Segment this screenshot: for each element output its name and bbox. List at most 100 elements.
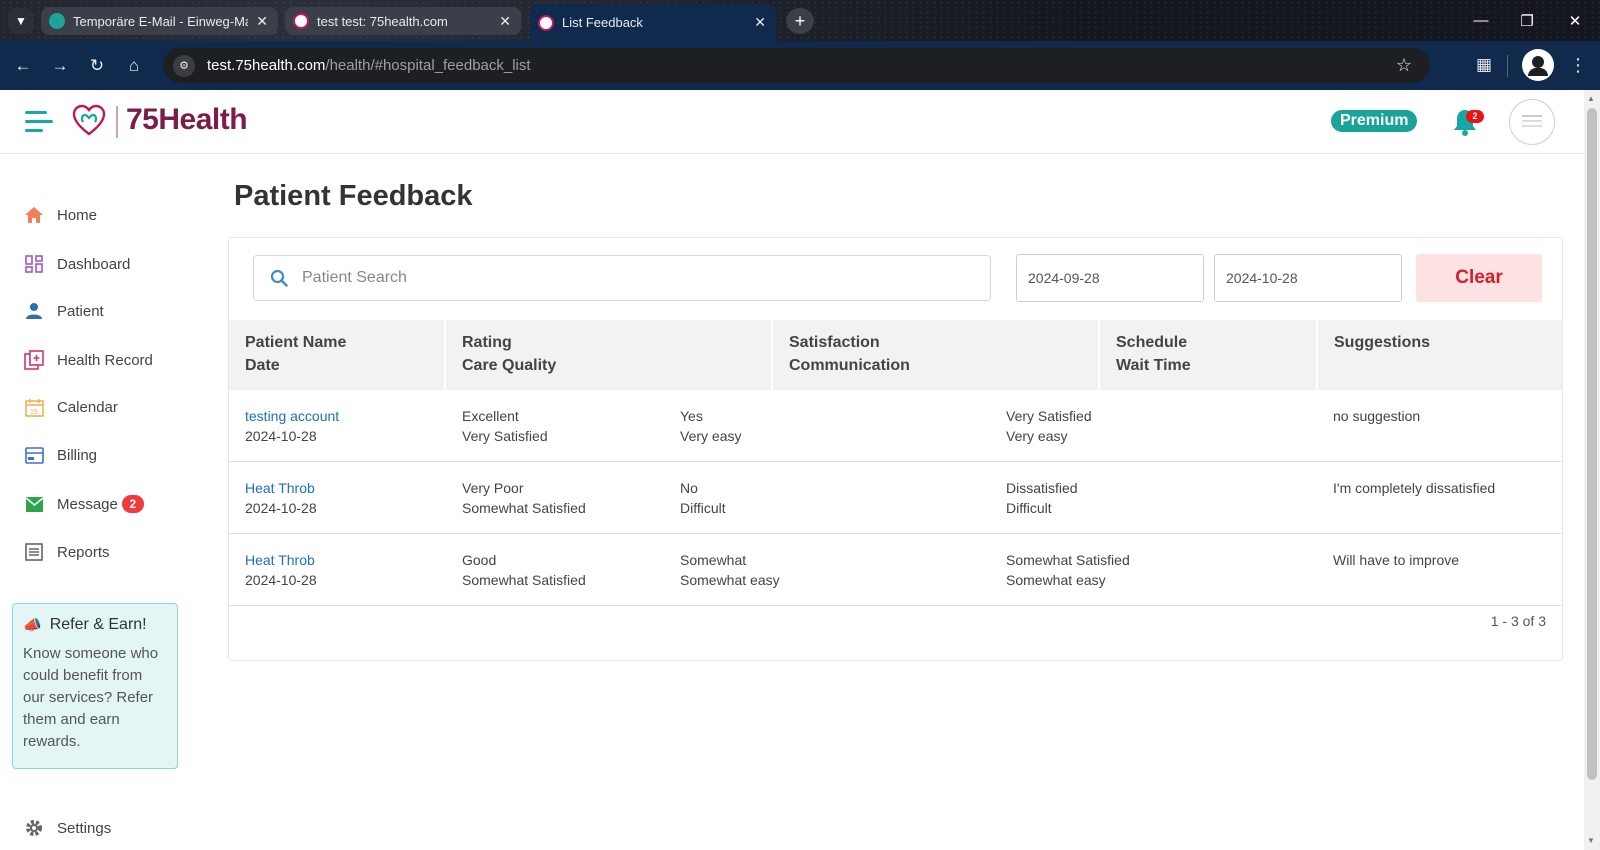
tab-search-button[interactable]: ▼ (8, 8, 34, 34)
schedule-value: Dissatisfied (1006, 480, 1078, 496)
user-avatar[interactable] (1509, 99, 1555, 145)
schedule-value: Somewhat Satisfied (1006, 552, 1130, 568)
care-quality-value: Very Satisfied (462, 428, 548, 444)
schedule-value: Very Satisfied (1006, 408, 1092, 424)
address-bar[interactable]: ⚙ test.75health.com/health/#hospital_fee… (163, 48, 1430, 83)
sidebar-item-patient[interactable]: Patient (24, 297, 104, 325)
table-row: testing account 2024-10-28 Excellent Very … (229, 390, 1562, 462)
dashboard-icon (24, 254, 44, 274)
browser-tab-temp-mail[interactable]: Temporäre E-Mail - Einweg-Mail ✕ (41, 7, 278, 35)
sidebar-item-label: Message (57, 495, 118, 513)
wait-time-value: Somewhat easy (1006, 572, 1106, 588)
wait-time-value: Very easy (1006, 428, 1068, 444)
sidebar-item-label: Calendar (57, 398, 118, 416)
rating-value: Very Poor (462, 480, 524, 496)
column-header-schedule[interactable]: Schedule Wait Time (1100, 320, 1318, 390)
satisfaction-value: Somewhat (680, 552, 747, 568)
sidebar-item-label: Billing (57, 446, 98, 464)
care-quality-value: Somewhat Satisfied (462, 572, 586, 588)
close-tab-icon[interactable]: ✕ (256, 13, 268, 30)
extensions-puzzle-icon[interactable]: ▦ (1471, 52, 1497, 78)
patient-name-link[interactable]: Heat Throb (245, 478, 317, 498)
close-tab-icon[interactable]: ✕ (754, 14, 766, 31)
scrollbar-thumb[interactable] (1587, 108, 1597, 780)
table-header: Patient Name Date Rating Care Quality Sati… (229, 320, 1562, 390)
minimize-window-icon[interactable]: — (1458, 0, 1504, 41)
patient-name-link[interactable]: Heat Throb (245, 550, 317, 570)
home-browser-icon[interactable]: ⌂ (121, 53, 147, 79)
clear-button[interactable]: Clear (1416, 254, 1542, 302)
health-record-icon (24, 350, 44, 370)
page-title: Patient Feedback (234, 180, 473, 212)
patient-search-box[interactable] (253, 255, 991, 301)
sidebar-item-label: Settings (57, 819, 112, 837)
new-tab-button[interactable]: + (786, 8, 814, 34)
sidebar-item-health-record[interactable]: Health Record (24, 346, 153, 374)
75health-favicon-icon (538, 14, 554, 31)
tab-title: List Feedback (562, 15, 643, 30)
sidebar-item-home[interactable]: Home (24, 201, 97, 229)
column-header-satisfaction[interactable]: Satisfaction Communication (773, 320, 1100, 390)
column-header-suggestions[interactable]: Suggestions (1318, 320, 1562, 390)
toolbar-divider (1507, 55, 1508, 77)
back-arrow-icon[interactable]: ← (10, 53, 36, 79)
feedback-date: 2024-10-28 (245, 428, 317, 444)
message-count-badge: 2 (121, 495, 144, 513)
suggestion-value: no suggestion (1333, 408, 1421, 424)
sidebar-item-billing[interactable]: Billing (24, 441, 97, 469)
site-settings-icon[interactable]: ⚙ (173, 54, 195, 77)
tab-title: test test: 75health.com (317, 13, 448, 29)
feedback-date: 2024-10-28 (245, 500, 317, 516)
refer-title: Refer & Earn! (49, 616, 147, 633)
temp-mail-favicon-icon (49, 13, 65, 29)
logo-text[interactable]: 75Health (126, 103, 248, 137)
reports-icon (24, 542, 44, 562)
refer-and-earn-card[interactable]: 📣 Refer & Earn! Know someone who could b… (12, 603, 178, 769)
satisfaction-value: No (680, 480, 698, 496)
bookmark-star-icon[interactable]: ☆ (1396, 55, 1412, 76)
sidebar-item-label: Health Record (57, 351, 153, 369)
browser-toolbar: ← → ↻ ⌂ ⚙ test.75health.com/health/#hosp… (0, 41, 1600, 90)
close-tab-icon[interactable]: ✕ (499, 13, 511, 30)
care-quality-value: Somewhat Satisfied (462, 500, 586, 516)
sidebar-item-dashboard[interactable]: Dashboard (24, 250, 130, 278)
table-row: Heat Throb 2024-10-28 Very Poor Somewhat S… (229, 462, 1562, 534)
megaphone-icon: 📣 (23, 617, 42, 634)
patient-name-link[interactable]: testing account (245, 406, 339, 426)
url-host: test.75health.com (207, 57, 326, 74)
tab-title: Temporäre E-Mail - Einweg-Mail (73, 13, 249, 29)
suggestion-value: Will have to improve (1333, 552, 1460, 568)
communication-value: Difficult (680, 500, 726, 516)
hamburger-menu-icon[interactable] (25, 111, 53, 133)
reload-icon[interactable]: ↻ (84, 53, 110, 79)
billing-icon (24, 445, 44, 465)
column-header-rating[interactable]: Rating Care Quality (446, 320, 773, 390)
browser-tab-list-feedback[interactable]: List Feedback ✕ (530, 4, 776, 41)
patient-search-input[interactable] (302, 269, 952, 287)
sidebar-item-calendar[interactable]: 15 Calendar (24, 393, 118, 421)
gear-icon (24, 818, 44, 838)
patient-icon (24, 301, 44, 321)
start-date-input[interactable] (1016, 254, 1204, 302)
wait-time-value: Difficult (1006, 500, 1052, 516)
restore-window-icon[interactable]: ❐ (1504, 0, 1550, 41)
sidebar-item-settings[interactable]: Settings (24, 814, 111, 842)
end-date-input[interactable] (1214, 254, 1402, 302)
refer-body: Know someone who could benefit from our … (23, 645, 159, 750)
browser-profile-icon[interactable] (1522, 49, 1554, 81)
svg-text:15: 15 (30, 409, 38, 416)
sidebar-item-reports[interactable]: Reports (24, 538, 110, 566)
browser-tab-75health-test[interactable]: test test: 75health.com ✕ (285, 7, 521, 35)
page-scrollbar[interactable]: ▲ ▼ (1584, 90, 1600, 850)
sidebar-item-label: Home (57, 206, 98, 224)
url-path: /health/#hospital_feedback_list (325, 57, 531, 74)
browser-menu-icon[interactable]: ⋮ (1568, 52, 1588, 78)
column-header-patient-name[interactable]: Patient Name Date (229, 320, 446, 390)
premium-badge[interactable]: Premium (1331, 110, 1418, 132)
sidebar-item-message[interactable]: Message 2 (24, 490, 144, 518)
close-window-icon[interactable]: ✕ (1552, 0, 1598, 41)
sidebar-item-label: Dashboard (57, 255, 131, 273)
sidebar-item-label: Reports (57, 543, 110, 561)
forward-arrow-icon[interactable]: → (47, 53, 73, 79)
communication-value: Very easy (680, 428, 742, 444)
